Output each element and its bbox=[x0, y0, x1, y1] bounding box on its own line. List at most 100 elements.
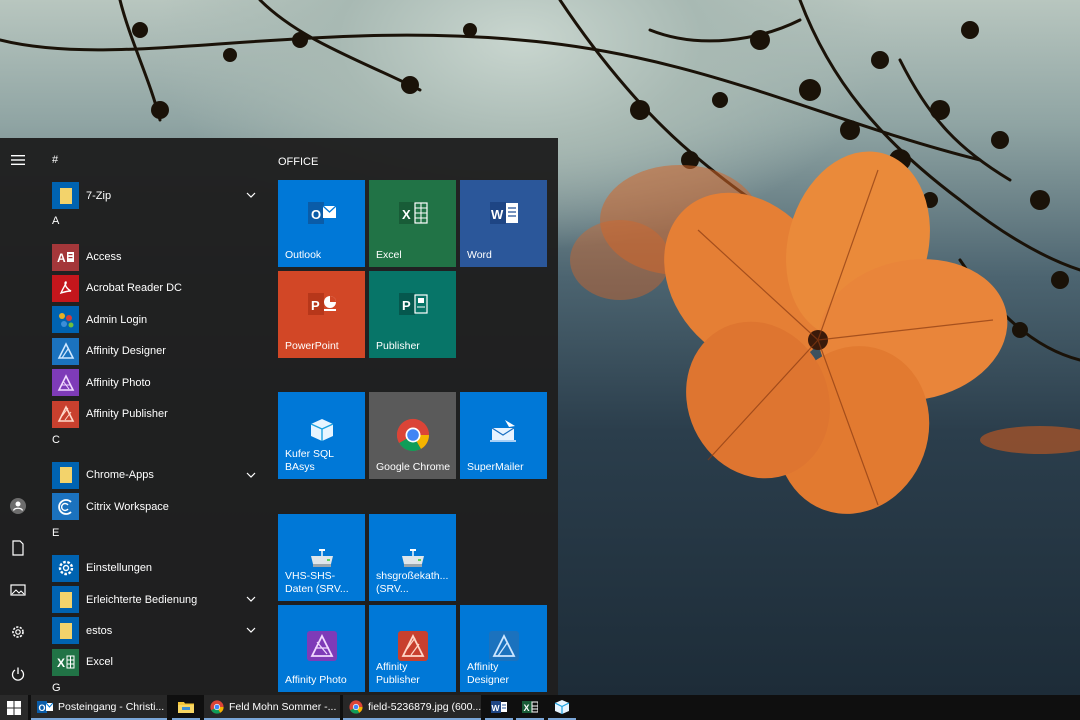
tile-affinity-designer[interactable]: Affinity Designer bbox=[460, 605, 547, 692]
outlook-icon: O bbox=[37, 700, 53, 713]
svg-text:P: P bbox=[402, 298, 411, 313]
app-item-acrobat-reader[interactable]: Acrobat Reader DC bbox=[40, 273, 268, 304]
chevron-down-icon[interactable] bbox=[246, 470, 256, 480]
user-account-button[interactable] bbox=[0, 488, 36, 524]
taskbar-item-chrome-feld-mohn[interactable]: Feld Mohn Sommer -... bbox=[204, 695, 340, 720]
chevron-down-icon[interactable] bbox=[246, 190, 256, 200]
app-label: Admin Login bbox=[86, 313, 148, 326]
app-label: Affinity Designer bbox=[86, 345, 166, 358]
settings-button[interactable] bbox=[0, 614, 36, 650]
app-item-erleichterte-bedienung[interactable]: Erleichterte Bedienung bbox=[40, 584, 268, 615]
tile-affinity-photo[interactable]: Affinity Photo bbox=[278, 605, 365, 692]
tile-excel[interactable]: X Excel bbox=[369, 180, 456, 267]
tile-powerpoint[interactable]: P PowerPoint bbox=[278, 271, 365, 358]
tile-label: Excel bbox=[376, 249, 402, 261]
taskbar-item-excel[interactable]: X bbox=[516, 695, 544, 720]
taskbar-item-label: Feld Mohn Sommer -... bbox=[229, 700, 337, 713]
start-menu: # 7-Zip A A Access Acrobat Reader DC Adm… bbox=[0, 138, 558, 695]
section-letter[interactable]: E bbox=[40, 523, 268, 553]
affinity-photo-icon bbox=[278, 631, 365, 661]
gear-icon bbox=[12, 626, 24, 638]
svg-text:O: O bbox=[311, 207, 321, 222]
app-label: estos bbox=[86, 624, 113, 637]
section-letter[interactable]: G bbox=[40, 678, 268, 694]
app-label: Excel bbox=[86, 656, 113, 669]
tile-publisher[interactable]: P Publisher bbox=[369, 271, 456, 358]
document-icon bbox=[12, 540, 24, 556]
app-item-einstellungen[interactable]: Einstellungen bbox=[40, 553, 268, 584]
folder-icon bbox=[52, 461, 79, 489]
app-label: Citrix Workspace bbox=[86, 500, 169, 513]
tile-outlook[interactable]: O Outlook bbox=[278, 180, 365, 267]
affinity-photo-icon bbox=[52, 369, 79, 397]
tile-label: Word bbox=[467, 249, 492, 261]
tile-group-title[interactable]: OFFICE bbox=[278, 156, 318, 168]
affinity-publisher-icon bbox=[369, 631, 456, 661]
app-list: # 7-Zip A A Access Acrobat Reader DC Adm… bbox=[40, 150, 268, 694]
app-label: 7-Zip bbox=[86, 189, 112, 202]
tile-affinity-publisher[interactable]: Affinity Publisher bbox=[369, 605, 456, 692]
svg-text:X: X bbox=[524, 703, 530, 713]
app-item-citrix-workspace[interactable]: Citrix Workspace bbox=[40, 491, 268, 522]
tile-kufer-sql[interactable]: Kufer SQL BAsys bbox=[278, 392, 365, 479]
app-item-affinity-designer[interactable]: Affinity Designer bbox=[40, 336, 268, 367]
app-item-estos[interactable]: estos bbox=[40, 615, 268, 646]
word-icon: W bbox=[491, 700, 507, 713]
app-item-admin-login[interactable]: Admin Login bbox=[40, 304, 268, 335]
tile-label: Outlook bbox=[285, 249, 322, 261]
hamburger-menu-button[interactable] bbox=[0, 142, 36, 178]
tile-supermailer[interactable]: SuperMailer bbox=[460, 392, 547, 479]
taskbar-item-chrome-field-jpg[interactable]: field-5236879.jpg (600... bbox=[343, 695, 481, 720]
app-label: Acrobat Reader DC bbox=[86, 282, 182, 295]
user-avatar-icon bbox=[10, 498, 26, 514]
svg-text:X: X bbox=[57, 656, 65, 670]
app-item-chrome-apps[interactable]: Chrome-Apps bbox=[40, 460, 268, 491]
taskbar: O Posteingang - Christi... Feld Mohn Som… bbox=[0, 695, 1080, 720]
affinity-designer-icon bbox=[52, 337, 79, 365]
windows-logo-icon bbox=[7, 700, 21, 715]
acrobat-icon bbox=[52, 274, 79, 302]
chrome-icon bbox=[349, 699, 363, 714]
app-item-7zip[interactable]: 7-Zip bbox=[40, 180, 268, 211]
app-label: Affinity Photo bbox=[86, 376, 151, 389]
tile-shsgrosskath[interactable]: shsgroßekath... (SRV... bbox=[369, 514, 456, 601]
powerpoint-icon: P bbox=[278, 289, 365, 319]
tile-word[interactable]: W Word bbox=[460, 180, 547, 267]
excel-icon: X bbox=[369, 198, 456, 228]
app-item-access[interactable]: A Access bbox=[40, 241, 268, 272]
tile-google-chrome[interactable]: Google Chrome bbox=[369, 392, 456, 479]
app-item-affinity-photo[interactable]: Affinity Photo bbox=[40, 367, 268, 398]
start-button[interactable] bbox=[0, 695, 28, 720]
app-item-excel[interactable]: X Excel bbox=[40, 647, 268, 678]
app-item-affinity-publisher[interactable]: Affinity Publisher bbox=[40, 398, 268, 429]
section-letter[interactable]: # bbox=[40, 150, 268, 180]
settings-gear-icon bbox=[52, 554, 79, 582]
taskbar-item-label: Posteingang - Christi... bbox=[58, 700, 165, 713]
chevron-down-icon[interactable] bbox=[246, 625, 256, 635]
app-label: Erleichterte Bedienung bbox=[86, 593, 198, 606]
excel-icon: X bbox=[52, 648, 79, 676]
power-button[interactable] bbox=[0, 656, 36, 692]
pictures-button[interactable] bbox=[0, 572, 36, 608]
section-letter[interactable]: C bbox=[40, 430, 268, 460]
taskbar-item-word[interactable]: W bbox=[485, 695, 513, 720]
folder-icon bbox=[52, 617, 79, 645]
chevron-down-icon[interactable] bbox=[246, 594, 256, 604]
outlook-icon: O bbox=[278, 198, 365, 228]
start-rail bbox=[0, 138, 36, 695]
affinity-designer-icon bbox=[460, 631, 547, 661]
tile-vhs-shs-daten[interactable]: VHS-SHS-Daten (SRV... bbox=[278, 514, 365, 601]
app-label: Einstellungen bbox=[86, 562, 153, 575]
app-label: Access bbox=[86, 251, 122, 264]
taskbar-item-label: field-5236879.jpg (600... bbox=[367, 700, 481, 713]
tile-label: SuperMailer bbox=[467, 461, 524, 473]
taskbar-item-file-explorer[interactable] bbox=[172, 695, 200, 720]
app-label: Chrome-Apps bbox=[86, 469, 154, 482]
network-drive-icon bbox=[278, 548, 365, 570]
documents-button[interactable] bbox=[0, 530, 36, 566]
taskbar-item-kufer[interactable] bbox=[548, 695, 576, 720]
tile-label: Affinity Publisher bbox=[376, 661, 420, 686]
taskbar-item-outlook[interactable]: O Posteingang - Christi... bbox=[31, 695, 167, 720]
section-letter[interactable]: A bbox=[40, 211, 268, 241]
supermailer-icon bbox=[460, 418, 547, 444]
